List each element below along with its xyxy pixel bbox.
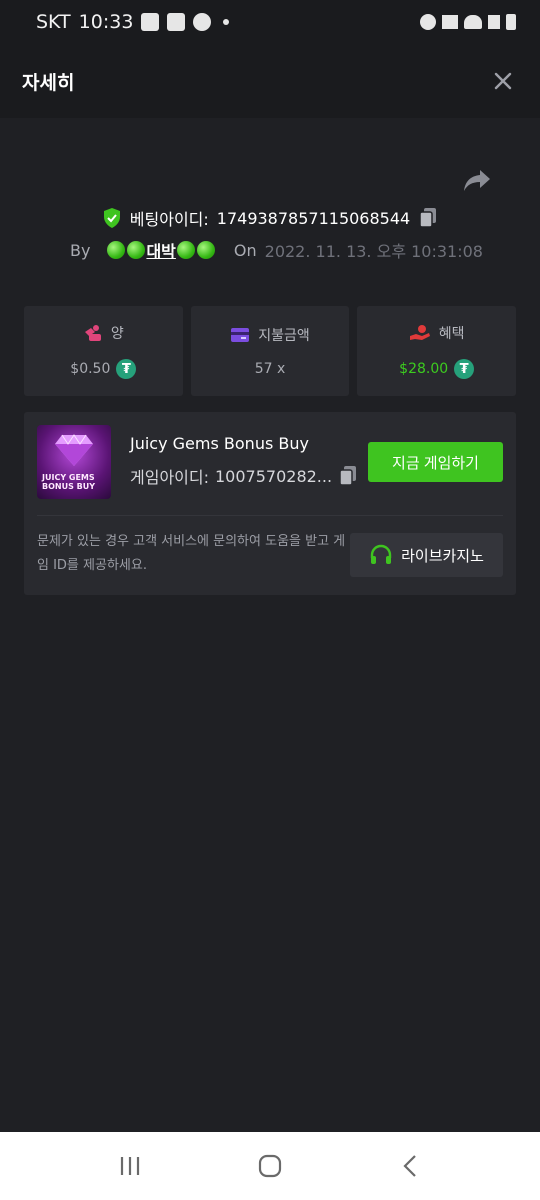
live-casino-button[interactable]: 라이브카지노 [350, 533, 503, 577]
tether-icon: ₮ [454, 359, 475, 379]
game-id-line: 게임아이디: 1007570282... [130, 464, 358, 488]
game-id-label: 게임아이디: [130, 468, 209, 487]
talk-notification-icon [141, 13, 160, 31]
mute-icon [442, 15, 458, 29]
green-ball-icon [127, 241, 146, 259]
close-icon [494, 72, 512, 90]
stat-card-amount: 양 $0.50 ₮ [24, 306, 183, 396]
card-icon [231, 328, 250, 342]
page-title: 자세히 [22, 71, 75, 94]
stat-card-profit: 혜택 $28.00 ₮ [357, 306, 517, 396]
stat-card-payout: 지불금액 57 x [190, 306, 350, 396]
s-notification-icon [193, 13, 212, 31]
copy-icon[interactable] [338, 465, 358, 487]
live-casino-label: 라이브카지노 [401, 546, 484, 565]
game-id-value: 1007570282... [215, 466, 333, 486]
profit-hand-icon [409, 325, 430, 340]
clock: 10:33 [78, 11, 134, 33]
bet-amount-icon [84, 325, 101, 341]
stat-value: $0.50 [70, 361, 111, 377]
share-icon [464, 170, 490, 191]
green-ball-icon [176, 241, 195, 259]
green-ball-icon [196, 241, 215, 259]
home-icon [258, 1154, 282, 1178]
help-text: 문제가 있는 경우 고객 서비스에 문의하여 도움을 받고 게임 ID를 제공하… [37, 534, 346, 573]
bet-id-line: 베팅아이디: 1749387857115068544 [0, 206, 540, 230]
stat-value: 57 x [254, 361, 286, 377]
recents-icon [120, 1157, 140, 1175]
recents-button[interactable] [110, 1146, 150, 1186]
by-label: By [70, 240, 91, 260]
back-icon [403, 1155, 416, 1177]
wifi-icon [464, 15, 482, 29]
bet-id-label: 베팅아이디: [129, 210, 209, 229]
play-now-button[interactable]: 지금 게임하기 [368, 442, 503, 482]
bet-detail-content: 베팅아이디: 1749387857115068544 By 대박 On 2022… [0, 118, 540, 1132]
username-link[interactable]: 대박 [106, 238, 215, 262]
battery-icon [506, 14, 516, 30]
stats-row: 양 $0.50 ₮ 지불금액 57 x 혜택 $28.00 ₮ [24, 306, 517, 396]
status-bar: SKT 10:33 [0, 0, 540, 44]
stat-label: 혜택 [438, 326, 465, 342]
bet-date: 2022. 11. 13. 오후 10:31:08 [264, 242, 483, 261]
username-text: 대박 [146, 242, 176, 261]
back-button[interactable] [390, 1146, 430, 1186]
headset-icon [370, 544, 392, 564]
by-line: By 대박 On 2022. 11. 13. 오후 10:31:08 [70, 238, 483, 262]
game-name: Juicy Gems Bonus Buy [130, 434, 309, 453]
bet-id-value: 1749387857115068544 [216, 208, 411, 228]
verified-shield-icon [103, 208, 120, 228]
close-button[interactable] [488, 66, 518, 96]
game-card: JUICY GEMS BONUS BUY Juicy Gems Bonus Bu… [24, 412, 516, 595]
app-notification-icon [167, 13, 186, 31]
game-thumbnail[interactable]: JUICY GEMS BONUS BUY [37, 425, 111, 499]
stat-label: 양 [110, 326, 124, 342]
alarm-icon [420, 14, 436, 30]
system-nav-bar [0, 1132, 540, 1200]
gem-icon [55, 434, 93, 466]
thumb-title: JUICY GEMS BONUS BUY [42, 473, 96, 491]
tether-icon: ₮ [116, 359, 137, 379]
share-button[interactable] [462, 168, 492, 194]
signal-icon [488, 15, 500, 29]
on-label: On [233, 240, 257, 260]
home-button[interactable] [250, 1146, 290, 1186]
green-ball-icon [107, 241, 126, 259]
stat-label: 지불금액 [258, 328, 310, 344]
copy-icon[interactable] [418, 207, 438, 229]
stat-value: $28.00 [399, 361, 449, 377]
carrier-label: SKT [36, 11, 71, 33]
divider [37, 515, 503, 516]
header: 자세히 [0, 44, 540, 118]
more-notifications-icon [223, 19, 230, 25]
